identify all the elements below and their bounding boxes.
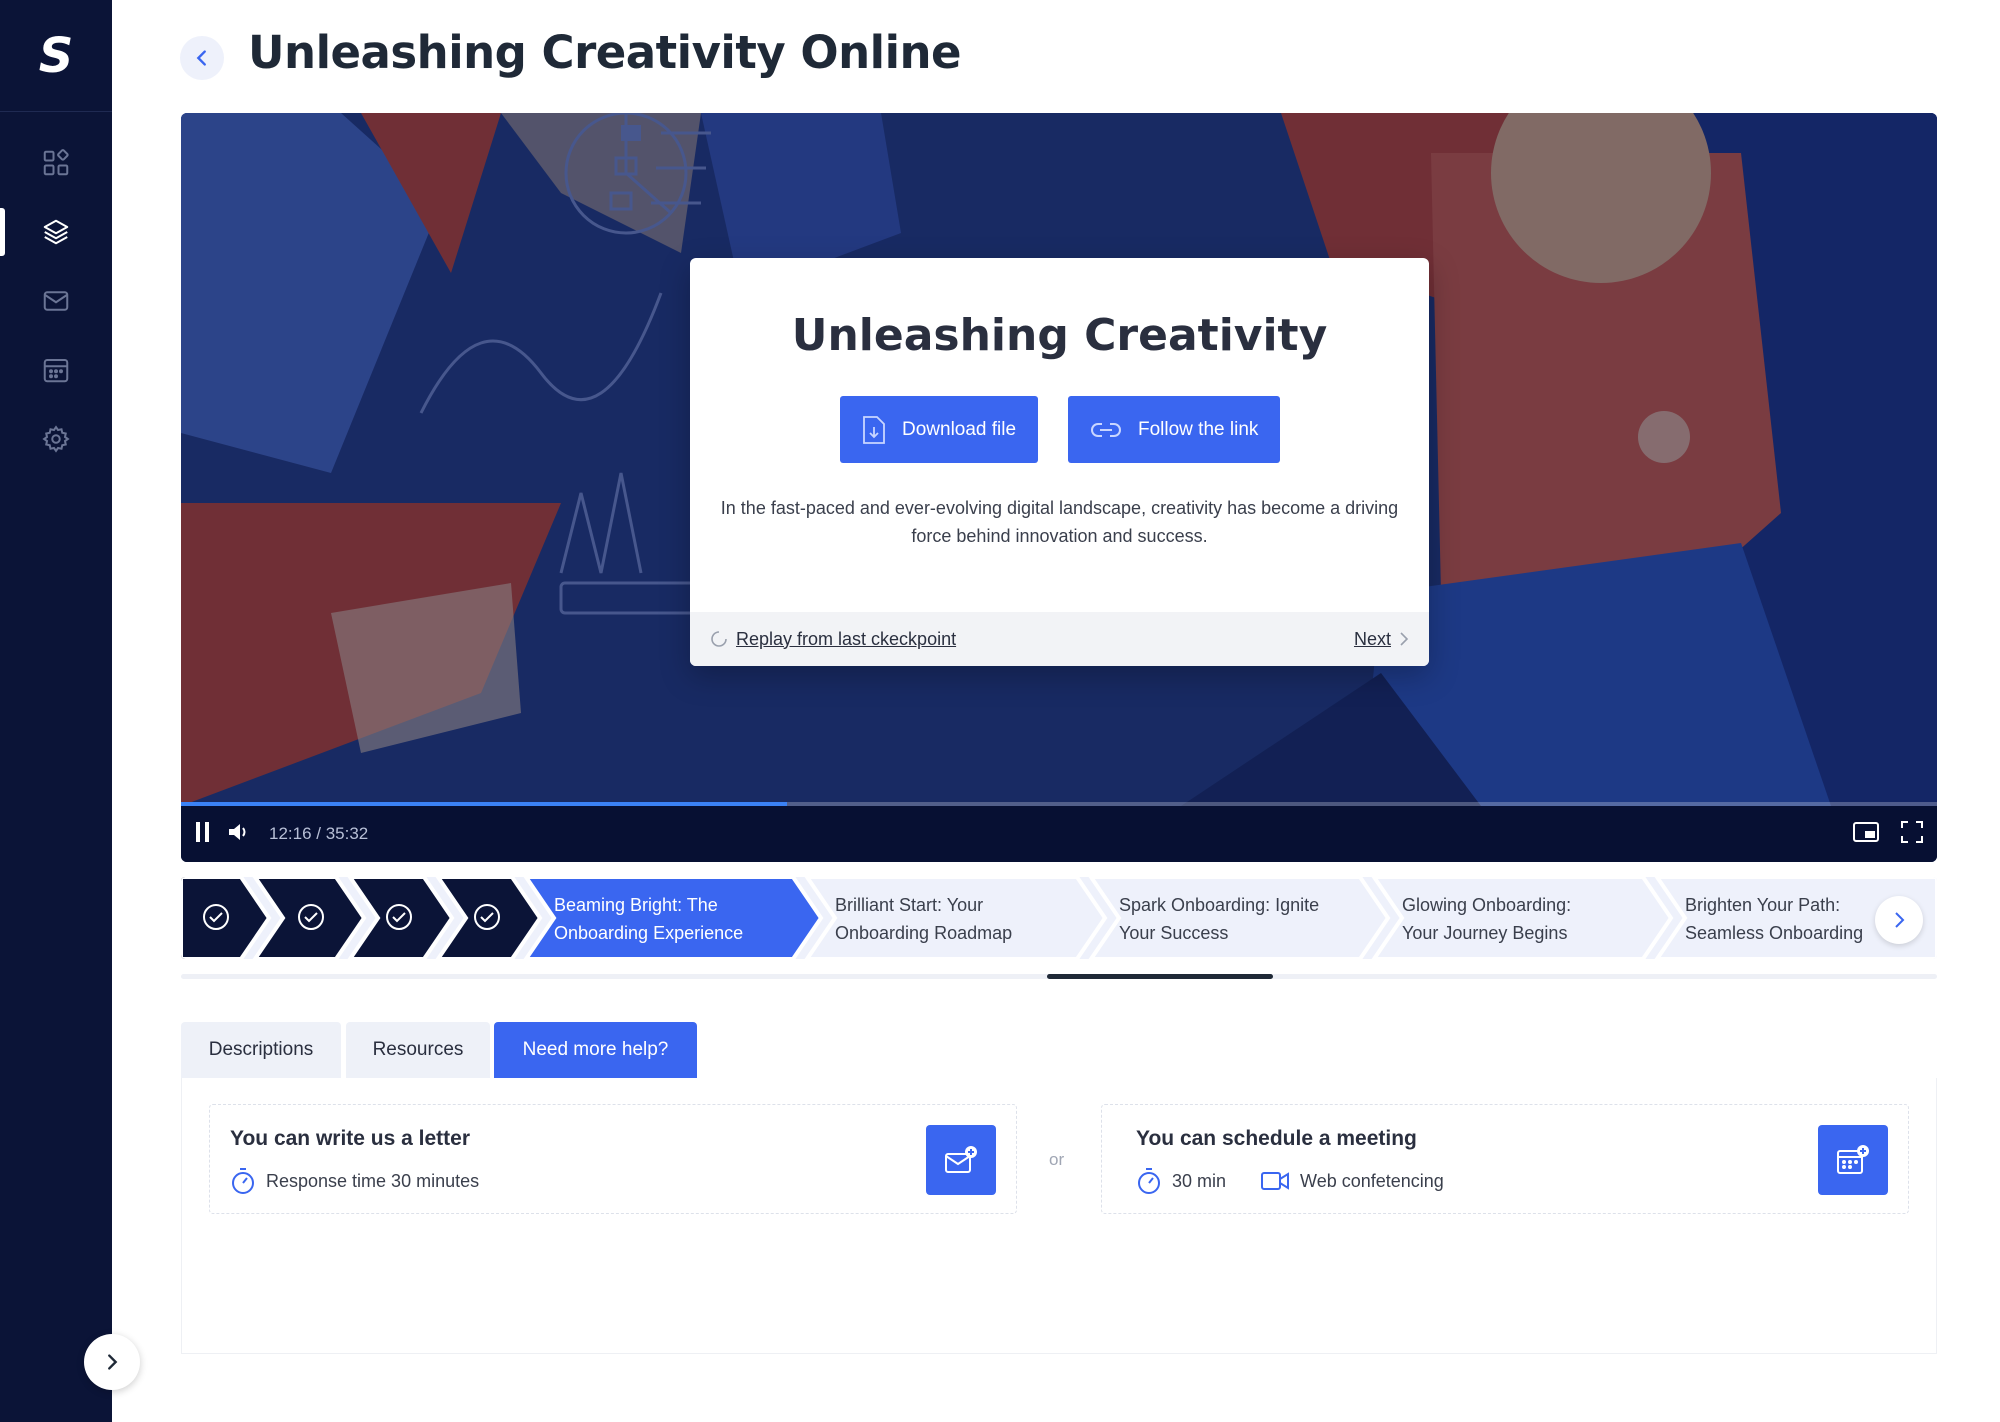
timer-icon: [1138, 1168, 1160, 1194]
check-circle-icon: [298, 904, 324, 930]
chapter-item-2[interactable]: [269, 877, 364, 959]
gear-icon: [42, 425, 70, 453]
tab-label: Need more help?: [522, 1039, 669, 1060]
card-meta: 30 min Web confetencing: [1136, 1167, 1444, 1195]
meeting-duration: 30 min: [1172, 1170, 1227, 1191]
chapter-label-line: Your Success: [1119, 923, 1229, 943]
calendar-add-icon: [1837, 1145, 1869, 1174]
page-title: Unleashing Creativity Online: [248, 26, 962, 79]
chapter-label-line: Seamless Onboarding: [1685, 923, 1864, 943]
volume-icon: [229, 823, 246, 840]
chevron-left-icon: [196, 50, 206, 66]
tab-label: Descriptions: [208, 1039, 314, 1060]
chevron-right-icon: [108, 1354, 118, 1370]
dialog-description: In the fast-paced and ever-evolving digi…: [720, 498, 1399, 546]
sidebar-item-calendar[interactable]: [0, 342, 112, 398]
chapter-label-line: Beaming Bright: The: [554, 895, 718, 915]
card-title: You can schedule a meeting: [1136, 1127, 1417, 1150]
follow-link-label: Follow the link: [1138, 418, 1259, 440]
replay-label: Replay from last ckeckpoint: [736, 628, 957, 649]
check-circle-icon: [474, 904, 500, 930]
pause-button[interactable]: [195, 821, 211, 848]
chapter-item-current[interactable]: Beaming Bright: The Onboarding Experienc…: [554, 877, 821, 959]
meeting-conferencing: Web confetencing: [1300, 1170, 1444, 1191]
chapter-item-1[interactable]: [181, 877, 269, 959]
chapter-item-7[interactable]: Spark Onboarding: Ignite Your Success: [1119, 877, 1388, 959]
layers-icon: [43, 219, 69, 245]
calendar-icon: [43, 359, 69, 383]
tab-need-more-help[interactable]: Need more help?: [494, 1022, 697, 1078]
picture-in-picture-button[interactable]: [1853, 821, 1879, 847]
sidebar-item-mail[interactable]: [0, 273, 112, 329]
or-separator: or: [1049, 1150, 1065, 1169]
card-title: You can write us a letter: [230, 1127, 471, 1150]
chapter-label-line: Your Journey Begins: [1402, 923, 1568, 943]
video-camera-icon: [1261, 1172, 1290, 1190]
chapter-label-line: Glowing Onboarding:: [1402, 895, 1572, 915]
chapter-label-line: Onboarding Experience: [554, 923, 744, 943]
check-circle-icon: [386, 904, 412, 930]
next-label: Next: [1353, 628, 1391, 649]
download-file-button[interactable]: Download file: [840, 396, 1039, 463]
timer-icon: [232, 1168, 254, 1194]
app-logo[interactable]: S: [0, 0, 112, 112]
checkpoint-dialog: Unleashing Creativity Download file Foll…: [690, 258, 1429, 666]
tab-descriptions[interactable]: Descriptions: [181, 1022, 341, 1078]
mail-add-icon: [945, 1146, 977, 1173]
check-circle-icon: [203, 904, 229, 930]
video-time: 12:16 / 35:32: [269, 824, 369, 843]
write-letter-card: You can write us a letter Response time …: [209, 1104, 1017, 1214]
download-file-label: Download file: [902, 418, 1017, 440]
widgets-icon: [43, 149, 69, 176]
chevron-right-icon: [1895, 912, 1905, 928]
back-button[interactable]: [180, 36, 224, 80]
link-icon: [1091, 422, 1121, 437]
logo-text: S: [38, 27, 74, 84]
sidebar-expand-button[interactable]: [84, 1334, 140, 1390]
fullscreen-icon: [1901, 820, 1923, 843]
chapter-item-6[interactable]: Brilliant Start: Your Onboarding Roadmap: [835, 877, 1105, 959]
chapter-label-line: Onboarding Roadmap: [835, 923, 1013, 943]
sidebar: S: [0, 0, 112, 1422]
volume-button[interactable]: [227, 821, 251, 848]
schedule-meeting-button[interactable]: [1818, 1125, 1888, 1195]
sidebar-item-layers[interactable]: [0, 204, 112, 260]
sidebar-item-settings[interactable]: [0, 411, 112, 467]
file-download-icon: [863, 415, 885, 444]
replay-checkpoint-link[interactable]: Replay from last ckeckpoint: [710, 629, 956, 650]
schedule-meeting-card: You can schedule a meeting 30 min Web co…: [1101, 1104, 1909, 1214]
dialog-footer: Replay from last ckeckpoint Next: [690, 612, 1429, 666]
picture-in-picture-icon: [1853, 821, 1879, 842]
chapter-item-4[interactable]: [452, 877, 540, 959]
tab-resources[interactable]: Resources: [346, 1022, 490, 1078]
response-time: Response time 30 minutes: [266, 1170, 480, 1191]
chapter-stepper: Beaming Bright: The Onboarding Experienc…: [181, 877, 1937, 959]
fullscreen-button[interactable]: [1901, 820, 1923, 848]
replay-icon: [711, 631, 727, 647]
mail-icon: [43, 291, 69, 311]
dialog-title: Unleashing Creativity: [791, 310, 1328, 361]
chapters-next-button[interactable]: [1875, 896, 1923, 944]
pause-icon: [196, 821, 209, 842]
chapters-scrollbar-thumb[interactable]: [1047, 974, 1273, 979]
chapter-label-line: Brilliant Start: Your: [835, 895, 984, 915]
chapter-item-8[interactable]: Glowing Onboarding: Your Journey Begins: [1402, 877, 1671, 959]
sidebar-item-widgets[interactable]: [0, 135, 112, 191]
video-controls: 12:16 / 35:32: [181, 806, 1937, 862]
write-letter-button[interactable]: [926, 1125, 996, 1195]
chevron-right-icon: [1400, 632, 1409, 646]
tab-label: Resources: [372, 1039, 464, 1060]
next-link[interactable]: Next: [1354, 629, 1409, 650]
card-meta: Response time 30 minutes: [230, 1167, 479, 1195]
chapter-label-line: Brighten Your Path:: [1685, 895, 1841, 915]
chapter-label-line: Spark Onboarding: Ignite: [1119, 895, 1320, 915]
follow-link-button[interactable]: Follow the link: [1068, 396, 1281, 463]
chapter-item-3[interactable]: [364, 877, 452, 959]
